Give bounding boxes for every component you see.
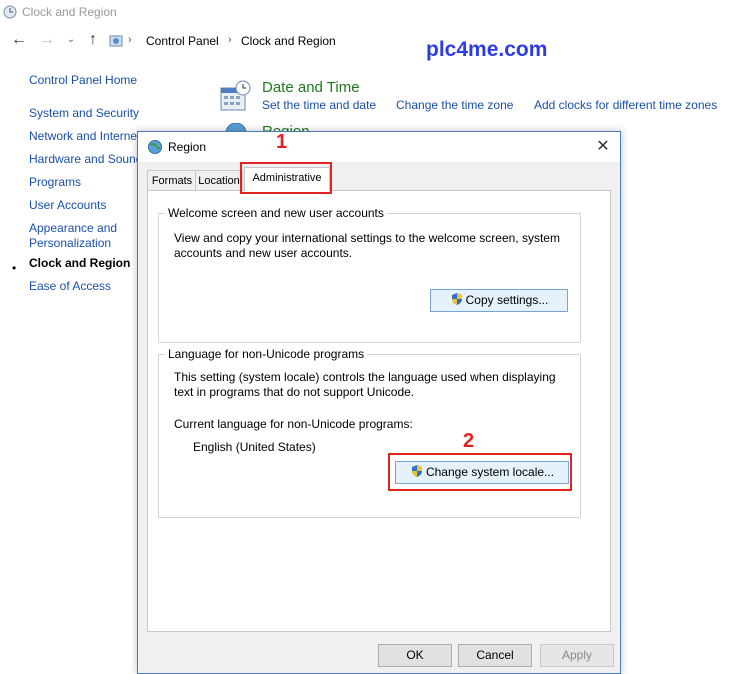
nav-appearance[interactable]: Appearance and [29,221,117,235]
active-bullet: • [12,261,17,275]
address-bar[interactable]: › Control Panel › Clock and Region [106,30,736,52]
window-titlebar: Clock and Region [0,0,738,24]
date-time-title[interactable]: Date and Time [262,79,360,96]
region-dialog: Region ✕ Formats Location Administrative… [137,131,621,674]
annotation-step-2: 2 [463,430,475,452]
nav-programs[interactable]: Programs [29,175,81,189]
globe-icon [148,140,162,154]
nav-network-internet[interactable]: Network and Internet [29,129,140,143]
welcome-desc-line2: accounts and new user accounts. [174,246,353,260]
dialog-title: Region [168,140,207,154]
nav-hardware-sound[interactable]: Hardware and Sound [29,152,142,166]
current-language-value: English (United States) [193,440,316,454]
nav-system-security[interactable]: System and Security [29,106,139,120]
apply-button[interactable]: Apply [540,644,614,667]
tab-formats[interactable]: Formats [147,170,197,191]
breadcrumb-clock-region[interactable]: Clock and Region [241,34,336,48]
forward-arrow-icon[interactable]: → [38,31,56,49]
link-change-time-zone[interactable]: Change the time zone [396,98,513,112]
non-unicode-group-legend: Language for non-Unicode programs [165,347,368,361]
watermark: plc4me.com [426,38,548,61]
up-arrow-icon[interactable]: ↑ [84,31,102,49]
unicode-desc-line1: This setting (system locale) controls th… [174,370,556,384]
dialog-titlebar: Region ✕ [138,132,620,162]
administrative-panel: Welcome screen and new user accounts Vie… [147,190,611,632]
link-set-time-date[interactable]: Set the time and date [262,98,376,112]
nav-personalization[interactable]: Personalization [29,236,111,250]
back-arrow-icon[interactable]: ← [10,31,28,49]
close-icon[interactable]: ✕ [592,136,614,158]
annotation-box-locale [388,453,572,491]
non-unicode-group: Language for non-Unicode programs This s… [158,347,581,518]
breadcrumb-separator: › [228,34,232,46]
annotation-step-1: 1 [276,131,288,153]
cancel-button[interactable]: Cancel [458,644,532,667]
breadcrumb-control-panel[interactable]: Control Panel [146,34,219,48]
nav-ease-of-access[interactable]: Ease of Access [29,279,111,293]
welcome-desc-line1: View and copy your international setting… [174,231,560,245]
link-add-clocks[interactable]: Add clocks for different time zones [534,98,717,112]
copy-settings-button[interactable]: Copy settings... [430,289,568,312]
control-panel-icon [109,35,123,47]
welcome-screen-group: Welcome screen and new user accounts Vie… [158,206,581,343]
tab-administrative[interactable]: Administrative [244,167,330,191]
welcome-group-legend: Welcome screen and new user accounts [165,206,387,220]
uac-shield-icon [451,293,462,305]
nav-user-accounts[interactable]: User Accounts [29,198,106,212]
ok-button[interactable]: OK [378,644,452,667]
navigation-bar: ← → ⌄ ↑ › Control Panel › Clock and Regi… [0,28,738,54]
recent-dropdown-icon[interactable]: ⌄ [62,31,80,49]
copy-settings-label: Copy settings... [465,293,549,307]
nav-clock-region[interactable]: Clock and Region [29,256,130,270]
unicode-desc-line2: text in programs that do not support Uni… [174,385,415,399]
tab-location[interactable]: Location [195,170,243,191]
window-title: Clock and Region [22,5,117,19]
date-time-icon [220,80,251,111]
current-language-label: Current language for non-Unicode program… [174,417,413,431]
nav-control-panel-home[interactable]: Control Panel Home [29,73,137,87]
clock-region-icon [3,5,17,19]
breadcrumb-separator: › [128,34,132,46]
